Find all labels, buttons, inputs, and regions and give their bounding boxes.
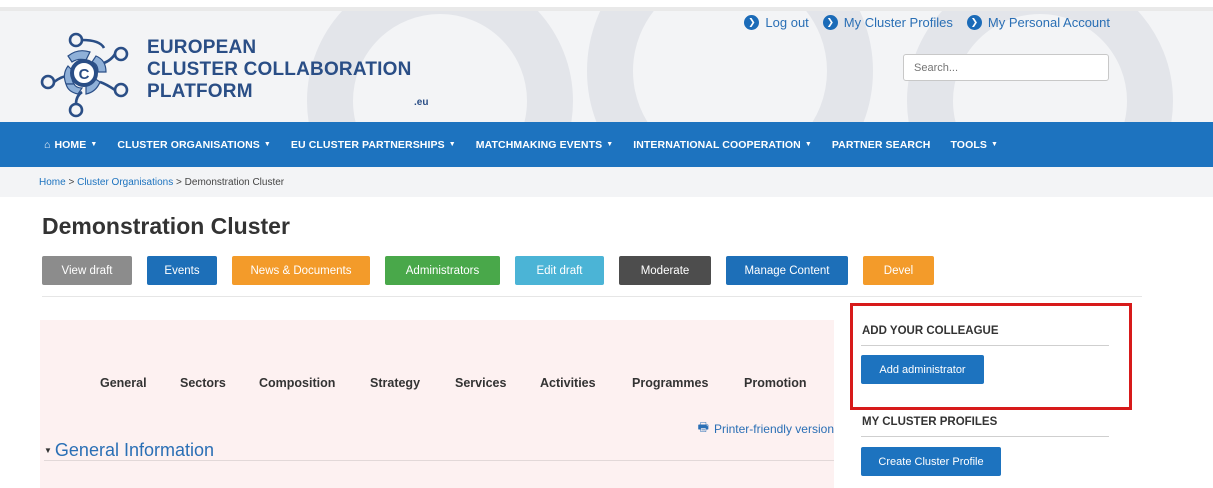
profile-tabs: General Sectors Composition Strategy Ser… <box>100 376 807 390</box>
logo-suffix: .eu <box>414 97 429 108</box>
caret-down-icon: ▼ <box>263 141 271 148</box>
my-cluster-profiles-title: MY CLUSTER PROFILES <box>862 416 998 428</box>
logo-line-1: EUROPEAN <box>147 37 257 58</box>
nav-item-label: HOME <box>54 138 87 151</box>
create-cluster-profile-button[interactable]: Create Cluster Profile <box>861 447 1001 476</box>
my-cluster-profiles-label: My Cluster Profiles <box>843 15 953 30</box>
my-personal-account-label: My Personal Account <box>987 15 1110 30</box>
caret-down-icon: ▼ <box>90 141 98 148</box>
nav-item-partner-search[interactable]: PARTNER SEARCH <box>832 139 931 151</box>
caret-down-icon: ▼ <box>990 141 998 148</box>
caret-down-icon: ▼ <box>804 141 812 148</box>
site-header: C EUROPEAN CLUSTER COLLABORATION PLATFOR… <box>0 11 1213 122</box>
section-divider <box>44 460 834 461</box>
nav-item-matchmaking-events[interactable]: MATCHMAKING EVENTS ▼ <box>476 139 613 151</box>
highlight-box <box>850 303 1132 410</box>
nav-item-label: CLUSTER ORGANISATIONS <box>117 138 260 151</box>
breadcrumb-home[interactable]: Home <box>39 177 66 188</box>
main-panel: General Sectors Composition Strategy Ser… <box>40 320 834 488</box>
search-input[interactable] <box>903 54 1109 81</box>
tab-activities[interactable]: Activities <box>540 376 632 390</box>
breadcrumb-separator: > <box>176 177 182 188</box>
nav-item-label: INTERNATIONAL COOPERATION <box>633 138 801 151</box>
tab-sectors[interactable]: Sectors <box>180 376 259 390</box>
tab-strategy[interactable]: Strategy <box>370 376 455 390</box>
content-divider <box>42 296 1142 297</box>
tab-services[interactable]: Services <box>455 376 540 390</box>
nav-item-international-cooperation[interactable]: INTERNATIONAL COOPERATION ▼ <box>633 139 812 151</box>
page-title: Demonstration Cluster <box>42 213 290 239</box>
logo-line-3: PLATFORM <box>147 81 253 102</box>
nav-item-eu-cluster-partnerships[interactable]: EU CLUSTER PARTNERSHIPS ▼ <box>291 139 456 151</box>
action-buttons: View draft Events News & Documents Admin… <box>42 256 934 285</box>
breadcrumb-current: Demonstration Cluster <box>184 177 285 188</box>
chevron-right-icon: ❯ <box>822 15 838 30</box>
nav-item-tools[interactable]: TOOLS ▼ <box>950 139 998 151</box>
edit-draft-button[interactable]: Edit draft <box>515 256 604 285</box>
printer-icon: 🖶 <box>697 420 709 434</box>
general-information-toggle[interactable]: ▼ General Information <box>44 440 214 461</box>
events-button[interactable]: Events <box>147 256 217 285</box>
view-draft-button[interactable]: View draft <box>42 256 132 285</box>
moderate-button[interactable]: Moderate <box>619 256 711 285</box>
section-title: General Information <box>54 440 215 460</box>
nav-item-label: EU CLUSTER PARTNERSHIPS <box>290 138 445 151</box>
svg-text:C: C <box>79 66 90 83</box>
nav-item-label: TOOLS <box>950 138 987 151</box>
utility-links: ❯ Log out ❯ My Cluster Profiles ❯ My Person… <box>744 15 1110 30</box>
nav-item-home[interactable]: ⌂ HOME ▼ <box>44 139 97 151</box>
nav-item-cluster-organisations[interactable]: CLUSTER ORGANISATIONS ▼ <box>117 139 271 151</box>
caret-down-icon: ▼ <box>606 141 614 148</box>
breadcrumb-cluster-organisations[interactable]: Cluster Organisations <box>77 177 173 188</box>
breadcrumb-separator: > <box>68 177 75 188</box>
breadcrumb: Home > Cluster Organisations > Demonstra… <box>0 167 1213 197</box>
manage-content-button[interactable]: Manage Content <box>726 256 848 285</box>
chevron-right-icon: ❯ <box>744 15 760 30</box>
sidebar-divider <box>861 436 1109 437</box>
chevron-right-icon: ❯ <box>966 15 982 30</box>
nav-item-label: MATCHMAKING EVENTS <box>475 138 603 151</box>
logout-link[interactable]: ❯ Log out <box>744 15 809 30</box>
logout-label: Log out <box>765 15 809 30</box>
my-cluster-profiles-link[interactable]: ❯ My Cluster Profiles <box>822 15 953 30</box>
logo-emblem-icon: C <box>40 32 129 118</box>
nav-item-label: PARTNER SEARCH <box>831 138 931 151</box>
tab-promotion[interactable]: Promotion <box>744 376 807 390</box>
tab-programmes[interactable]: Programmes <box>632 376 744 390</box>
logo-line-2: CLUSTER COLLABORATION <box>147 59 412 80</box>
devel-button[interactable]: Devel <box>863 256 934 285</box>
tab-composition[interactable]: Composition <box>259 376 370 390</box>
home-icon: ⌂ <box>44 138 51 151</box>
my-personal-account-link[interactable]: ❯ My Personal Account <box>966 15 1110 30</box>
site-logo[interactable]: C EUROPEAN CLUSTER COLLABORATION PLATFOR… <box>38 26 428 122</box>
caret-down-icon: ▼ <box>44 446 52 455</box>
tab-general[interactable]: General <box>100 376 180 390</box>
main-nav: ⌂ HOME ▼ CLUSTER ORGANISATIONS ▼ EU CLUSTER… <box>0 122 1213 167</box>
printer-friendly-label: Printer-friendly version <box>713 421 834 436</box>
printer-friendly-link[interactable]: 🖶 Printer-friendly version <box>698 418 834 439</box>
news-documents-button[interactable]: News & Documents <box>232 256 370 285</box>
logo-wordmark: EUROPEAN CLUSTER COLLABORATION PLATFORM <box>147 37 412 103</box>
caret-down-icon: ▼ <box>448 141 456 148</box>
administrators-button[interactable]: Administrators <box>385 256 500 285</box>
